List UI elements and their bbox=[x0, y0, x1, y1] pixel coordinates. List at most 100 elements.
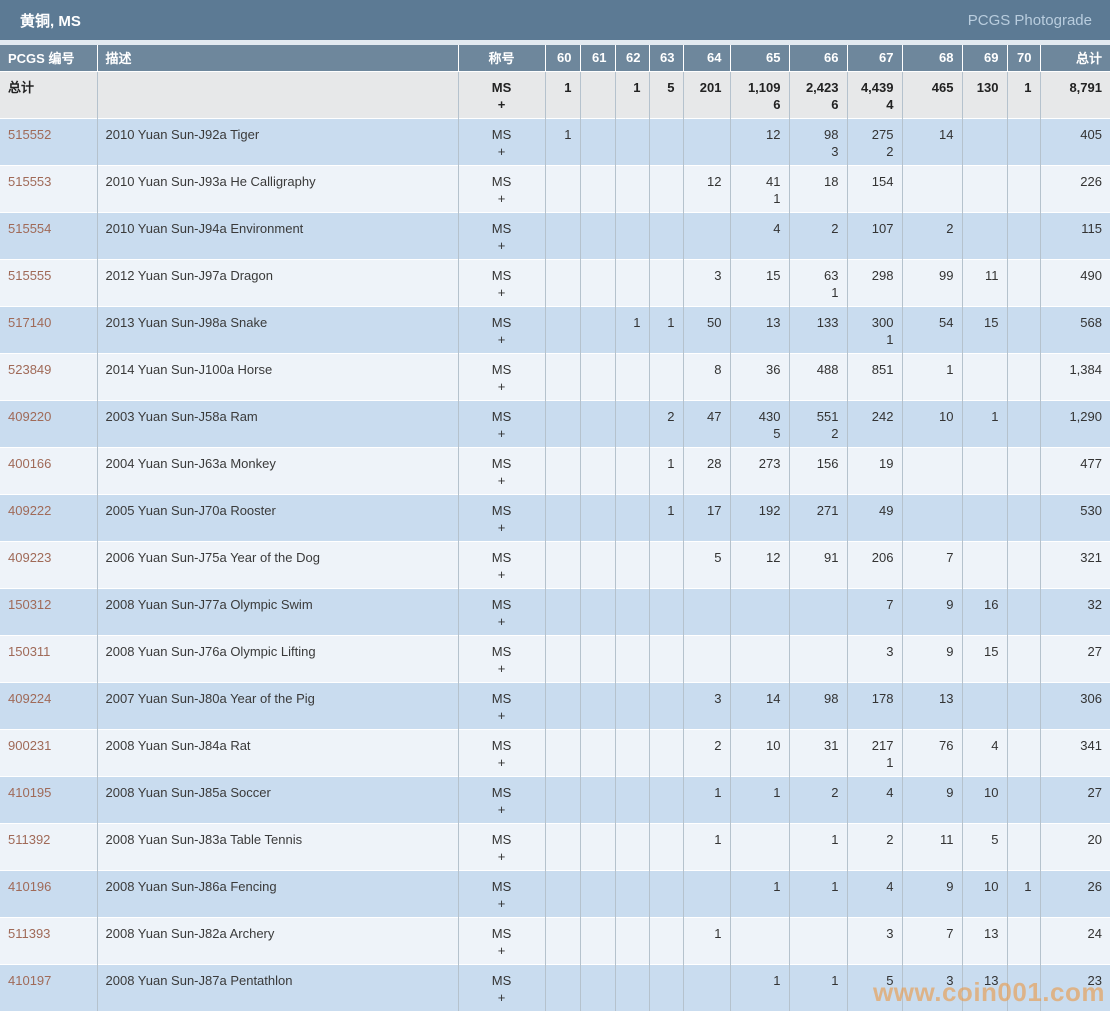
grade-ms-count: 4,439 bbox=[860, 79, 894, 95]
pcgs-id-link[interactable]: 150311 bbox=[0, 634, 98, 682]
grade-ms-count: 2 bbox=[831, 220, 839, 236]
table-row: 400166 2004 Yuan Sun-J63a Monkey MS +1 28 273… bbox=[0, 446, 1110, 494]
grade-plus-count bbox=[911, 378, 954, 395]
pcgs-id-link[interactable]: 410195 bbox=[0, 775, 98, 823]
grade-cell-61 bbox=[580, 963, 616, 1011]
grade-plus-count bbox=[624, 331, 641, 348]
grade-cell-67: 3 bbox=[847, 916, 903, 964]
grade-cell-62 bbox=[615, 634, 650, 682]
grade-cell-61 bbox=[580, 587, 616, 635]
grade-ms-count: 5 bbox=[991, 831, 999, 847]
grade-ms-count: 16 bbox=[984, 596, 999, 612]
grade-cell-64: 28 bbox=[683, 446, 731, 494]
col-header-grade-64: 64 bbox=[683, 45, 731, 71]
grade-cell-64 bbox=[683, 963, 731, 1011]
grade-plus-count bbox=[798, 237, 839, 254]
grade-plus-count bbox=[1016, 126, 1032, 143]
grade-cell-69: 15 bbox=[962, 634, 1008, 682]
grade-ms-count: 14 bbox=[766, 690, 781, 706]
grade-cell-70 bbox=[1007, 775, 1041, 823]
grade-cell-69: 15 bbox=[962, 305, 1008, 353]
grade-plus-count bbox=[971, 455, 999, 472]
pcgs-id-link[interactable]: 410197 bbox=[0, 963, 98, 1011]
grade-plus-count: 1 bbox=[831, 284, 839, 300]
pcgs-id-link[interactable]: 400166 bbox=[0, 446, 98, 494]
grade-plus-count bbox=[624, 925, 641, 942]
pcgs-id-link[interactable]: 515555 bbox=[0, 258, 98, 306]
grade-cell-64: 12 bbox=[683, 164, 731, 212]
grade-cell-63 bbox=[649, 587, 684, 635]
grade-plus-count bbox=[658, 737, 675, 754]
pcgs-id-link[interactable]: 511393 bbox=[0, 916, 98, 964]
pcgs-id-link[interactable]: 409220 bbox=[0, 399, 98, 447]
designation-ms: MS bbox=[491, 79, 512, 95]
grade-cell-61 bbox=[580, 681, 616, 729]
pcgs-id-link[interactable]: 515552 bbox=[0, 117, 98, 165]
grade-ms-count: 1 bbox=[1024, 878, 1032, 894]
grade-plus-count bbox=[658, 220, 675, 237]
grade-plus-count bbox=[624, 502, 641, 519]
pcgs-id-link[interactable]: 517140 bbox=[0, 305, 98, 353]
designation-plus: + bbox=[497, 331, 506, 347]
grade-cell-60 bbox=[545, 869, 581, 917]
grade-cell-62 bbox=[615, 540, 650, 588]
grade-cell-66: 98 3 bbox=[789, 117, 848, 165]
grade-plus-count bbox=[911, 660, 954, 677]
grade-ms-count: 3 bbox=[946, 972, 954, 988]
pcgs-id-link[interactable]: 409223 bbox=[0, 540, 98, 588]
grade-plus-count bbox=[554, 690, 572, 707]
grade-cell-64: 1 bbox=[683, 822, 731, 870]
grade-cell-66: 91 bbox=[789, 540, 848, 588]
pcgs-id-link[interactable]: 511392 bbox=[0, 822, 98, 870]
pcgs-id-link[interactable]: 523849 bbox=[0, 352, 98, 400]
grade-plus-count bbox=[911, 754, 954, 771]
grade-cell-67: 49 bbox=[847, 493, 903, 541]
grade-plus-count bbox=[589, 455, 607, 472]
grade-ms-count: 465 bbox=[931, 79, 954, 95]
designation-ms: MS bbox=[491, 784, 512, 800]
grade-ms-count: 2 bbox=[667, 408, 675, 424]
grade-plus-count bbox=[971, 660, 999, 677]
grade-cell-61 bbox=[580, 399, 616, 447]
grade-plus-count bbox=[554, 267, 572, 284]
grade-ms-count: 13 bbox=[766, 314, 781, 330]
grade-plus-count bbox=[624, 972, 641, 989]
pcgs-id-link[interactable]: 515553 bbox=[0, 164, 98, 212]
grade-plus-count bbox=[798, 848, 839, 865]
grade-plus-count bbox=[554, 143, 572, 160]
grade-plus-count bbox=[692, 848, 722, 865]
grade-ms-count: 1 bbox=[564, 79, 572, 95]
grade-cell-60 bbox=[545, 540, 581, 588]
grade-plus-count: 4 bbox=[886, 96, 894, 112]
grade-ms-count: 13 bbox=[984, 925, 999, 941]
grade-plus-count bbox=[554, 643, 572, 660]
grade-ms-count: 4 bbox=[886, 784, 894, 800]
pcgs-id-link[interactable]: 150312 bbox=[0, 587, 98, 635]
designation-cell: MS + bbox=[458, 728, 546, 776]
grade-plus-count bbox=[1016, 596, 1032, 613]
grade-ms-count: 1 bbox=[633, 79, 641, 95]
photograde-link[interactable]: PCGS Photograde bbox=[968, 12, 1092, 29]
grade-cell-67: 4 bbox=[847, 869, 903, 917]
pcgs-id-link[interactable]: 515554 bbox=[0, 211, 98, 259]
pcgs-id-link[interactable]: 900231 bbox=[0, 728, 98, 776]
pcgs-id-link[interactable]: 409222 bbox=[0, 493, 98, 541]
pcgs-id-link[interactable]: 410196 bbox=[0, 869, 98, 917]
table-row: 409222 2005 Yuan Sun-J70a Rooster MS +1 17 19… bbox=[0, 493, 1110, 541]
grade-plus-count bbox=[971, 613, 999, 630]
grade-cell-68: 465 bbox=[902, 70, 963, 118]
grade-cell-67: 178 bbox=[847, 681, 903, 729]
grade-cell-68: 3 bbox=[902, 963, 963, 1011]
grade-cell-64: 8 bbox=[683, 352, 731, 400]
table-row: 150312 2008 Yuan Sun-J77a Olympic Swim MS +… bbox=[0, 587, 1110, 635]
grade-plus-count bbox=[624, 549, 641, 566]
grade-ms-count: 28 bbox=[707, 455, 722, 471]
table-row: 410196 2008 Yuan Sun-J86a Fencing MS +1 1 4 9 1… bbox=[0, 869, 1110, 917]
grade-ms-count: 3 bbox=[714, 690, 722, 706]
designation-cell: MS + bbox=[458, 540, 546, 588]
grade-ms-count: 1 bbox=[773, 784, 781, 800]
grade-plus-count bbox=[692, 220, 722, 237]
grade-plus-count bbox=[1016, 690, 1032, 707]
pcgs-id-link[interactable]: 409224 bbox=[0, 681, 98, 729]
grade-plus-count bbox=[658, 519, 675, 536]
